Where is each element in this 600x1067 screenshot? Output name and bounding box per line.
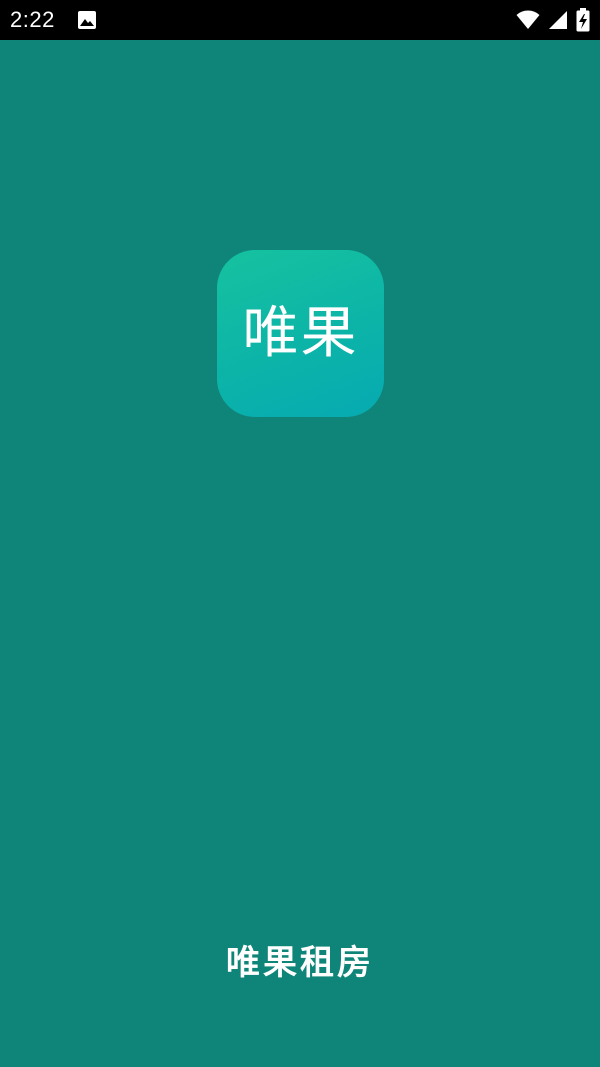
- app-logo: 唯果: [217, 250, 384, 417]
- battery-charging-icon: [576, 8, 590, 32]
- status-time: 2:22: [10, 7, 55, 32]
- app-logo-text: 唯果: [242, 300, 359, 366]
- wifi-icon: [516, 10, 540, 30]
- image-icon: [77, 10, 97, 30]
- status-icons: [516, 8, 590, 32]
- cellular-signal-icon: [548, 10, 568, 30]
- status-bar: 2:22: [0, 0, 600, 40]
- app-name: 唯果租房: [226, 943, 374, 983]
